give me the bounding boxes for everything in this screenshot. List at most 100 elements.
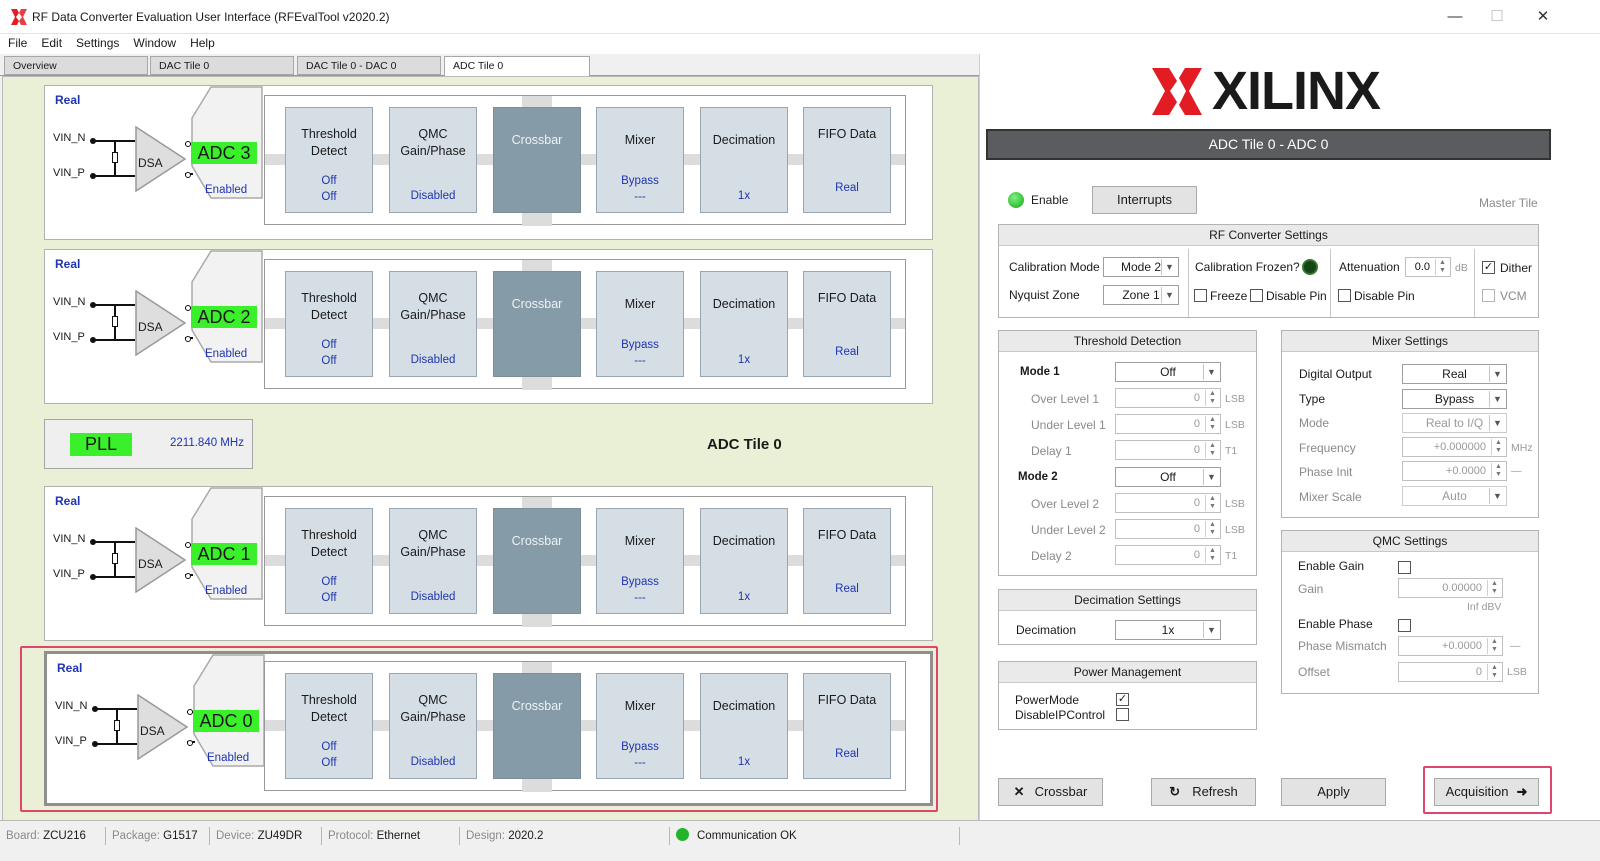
frequency-input[interactable]: +0.000000 ▲ ▼ <box>1402 437 1507 457</box>
vcm-checkbox[interactable] <box>1482 289 1495 302</box>
under-level-2-input[interactable]: 0 ▲ ▼ <box>1115 519 1221 539</box>
interrupts-button[interactable]: Interrupts <box>1092 186 1197 214</box>
threshold-detect-block[interactable]: Threshold Detect Off Off <box>285 508 373 614</box>
dsa-label: DSA <box>138 557 163 571</box>
enable-phase-checkbox[interactable] <box>1398 619 1411 632</box>
crossbar-block[interactable]: Crossbar <box>493 107 581 213</box>
freeze-checkbox[interactable] <box>1194 289 1207 302</box>
vin-p-label: VIN_P <box>53 167 85 179</box>
chevron-down-icon: ▼ <box>1203 469 1219 485</box>
apply-button[interactable]: Apply <box>1281 778 1386 806</box>
mixer-scale-select[interactable]: Auto ▼ <box>1402 486 1507 506</box>
under-level-1-label: Under Level 1 <box>1031 418 1106 432</box>
menu-settings[interactable]: Settings <box>68 34 125 50</box>
decimation-select[interactable]: 1x ▼ <box>1115 620 1221 640</box>
disable-pin-2-checkbox[interactable] <box>1338 289 1351 302</box>
adc-mode-label: Real <box>55 494 81 508</box>
menu-edit[interactable]: Edit <box>33 34 68 50</box>
fifo-data-block[interactable]: FIFO Data Real <box>803 508 891 614</box>
chevron-down-icon: ▼ <box>1489 488 1505 504</box>
tab-adc-tile-0[interactable]: ADC Tile 0 <box>444 56 590 77</box>
attenuation-input[interactable]: 0.0 ▲ ▼ <box>1405 257 1451 277</box>
refresh-button[interactable]: ↻ Refresh <box>1151 778 1256 806</box>
crossbar-block[interactable]: Crossbar <box>493 508 581 614</box>
crossbar-block[interactable]: Crossbar <box>493 271 581 377</box>
maximize-button[interactable]: ☐ <box>1482 6 1512 28</box>
mixer-scale-label: Mixer Scale <box>1299 490 1362 504</box>
mixer-block[interactable]: Mixer Bypass --- <box>596 508 684 614</box>
powermode-checkbox[interactable]: ✓ <box>1116 693 1129 706</box>
nyquist-zone-select[interactable]: Zone 1 ▼ <box>1103 285 1179 305</box>
decimation-block[interactable]: Decimation 1x <box>700 271 788 377</box>
qmc-block[interactable]: QMC Gain/Phase Disabled <box>389 107 477 213</box>
calibration-frozen-label: Calibration Frozen? <box>1195 260 1300 274</box>
mode2-select[interactable]: Off ▼ <box>1115 467 1221 487</box>
menu-window[interactable]: Window <box>125 34 182 50</box>
vin-n-label: VIN_N <box>53 132 86 144</box>
calibration-mode-select[interactable]: Mode 2 ▼ <box>1103 257 1179 277</box>
pll-label: PLL <box>70 433 132 456</box>
tile-label: ADC Tile 0 <box>707 436 782 453</box>
fifo-data-block[interactable]: FIFO Data Real <box>803 271 891 377</box>
under-level-1-input[interactable]: 0 ▲ ▼ <box>1115 414 1221 434</box>
status-bar: Board: ZCU216 Package: G1517 Device: ZU4… <box>0 820 1600 861</box>
phase-init-input[interactable]: +0.0000 ▲ ▼ <box>1402 461 1507 481</box>
digital-output-select[interactable]: Real ▼ <box>1402 364 1507 384</box>
enable-status-icon <box>1008 192 1024 208</box>
over-level-1-input[interactable]: 0 ▲ ▼ <box>1115 388 1221 408</box>
close-button[interactable]: ✕ <box>1528 6 1558 28</box>
threshold-detect-block[interactable]: Threshold Detect Off Off <box>285 107 373 213</box>
phase-unit: — <box>1511 465 1522 477</box>
disable-pin-checkbox[interactable] <box>1250 289 1263 302</box>
menu-help[interactable]: Help <box>182 34 221 50</box>
decimation-block[interactable]: Decimation 1x <box>700 508 788 614</box>
tab-dac-tile-0[interactable]: DAC Tile 0 <box>150 56 294 75</box>
delay-2-input[interactable]: 0 ▲ ▼ <box>1115 545 1221 565</box>
lsb-unit: LSB <box>1225 419 1245 431</box>
crossbar-button[interactable]: ✕ Crossbar <box>998 778 1103 806</box>
mixer-block[interactable]: Mixer Bypass --- <box>596 271 684 377</box>
vcm-label: VCM <box>1500 289 1527 303</box>
over-level-2-input[interactable]: 0 ▲ ▼ <box>1115 493 1221 513</box>
mixer-mode-select[interactable]: Real to I/Q ▼ <box>1402 413 1507 433</box>
disableipcontrol-checkbox[interactable] <box>1116 708 1129 721</box>
communication-status-icon <box>676 828 689 841</box>
vin-p-label: VIN_P <box>53 331 85 343</box>
offset-input[interactable]: 0 ▲ ▼ <box>1398 662 1503 682</box>
mixer-mode-label: Mode <box>1299 416 1330 430</box>
dither-label: Dither <box>1500 261 1533 275</box>
xilinx-logo-icon <box>1152 68 1202 115</box>
enable-gain-checkbox[interactable] <box>1398 561 1411 574</box>
disable-pin-2-label: Disable Pin <box>1354 289 1415 303</box>
under-level-2-label: Under Level 2 <box>1031 523 1106 537</box>
qmc-block[interactable]: QMC Gain/Phase Disabled <box>389 508 477 614</box>
pll-block[interactable]: PLL 2211.840 MHz <box>44 419 253 469</box>
qmc-block[interactable]: QMC Gain/Phase Disabled <box>389 271 477 377</box>
threshold-detect-block[interactable]: Threshold Detect Off Off <box>285 271 373 377</box>
type-label: Type <box>1299 392 1326 406</box>
lsb-unit: LSB <box>1225 393 1245 405</box>
menu-file[interactable]: File <box>0 34 33 50</box>
fifo-data-block[interactable]: FIFO Data Real <box>803 107 891 213</box>
gain-label: Gain <box>1298 582 1324 596</box>
app-logo-icon <box>11 9 27 25</box>
dither-checkbox[interactable]: ✓ <box>1482 261 1495 274</box>
adc-status: Enabled <box>205 184 248 196</box>
minimize-button[interactable]: — <box>1440 6 1470 28</box>
phase-mismatch-input[interactable]: +0.0000 ▲ ▼ <box>1398 636 1503 656</box>
mode1-label: Mode 1 <box>1020 366 1060 378</box>
vin-n-label: VIN_N <box>53 296 86 308</box>
tab-dac-tile-0-dac-0[interactable]: DAC Tile 0 - DAC 0 <box>297 56 441 75</box>
type-select[interactable]: Bypass ▼ <box>1402 389 1507 409</box>
delay-1-input[interactable]: 0 ▲ ▼ <box>1115 440 1221 460</box>
enable-label: Enable <box>1031 193 1069 207</box>
decimation-block[interactable]: Decimation 1x <box>700 107 788 213</box>
mixer-block[interactable]: Mixer Bypass --- <box>596 107 684 213</box>
mode1-select[interactable]: Off ▼ <box>1115 362 1221 382</box>
tab-overview[interactable]: Overview <box>4 56 148 75</box>
gain-input[interactable]: 0.00000 ▲ ▼ <box>1398 578 1503 598</box>
offset-unit: LSB <box>1507 666 1527 678</box>
phase-mismatch-unit: — <box>1510 640 1521 652</box>
over-level-1-label: Over Level 1 <box>1031 392 1100 406</box>
decimation-label: Decimation <box>1016 623 1077 637</box>
